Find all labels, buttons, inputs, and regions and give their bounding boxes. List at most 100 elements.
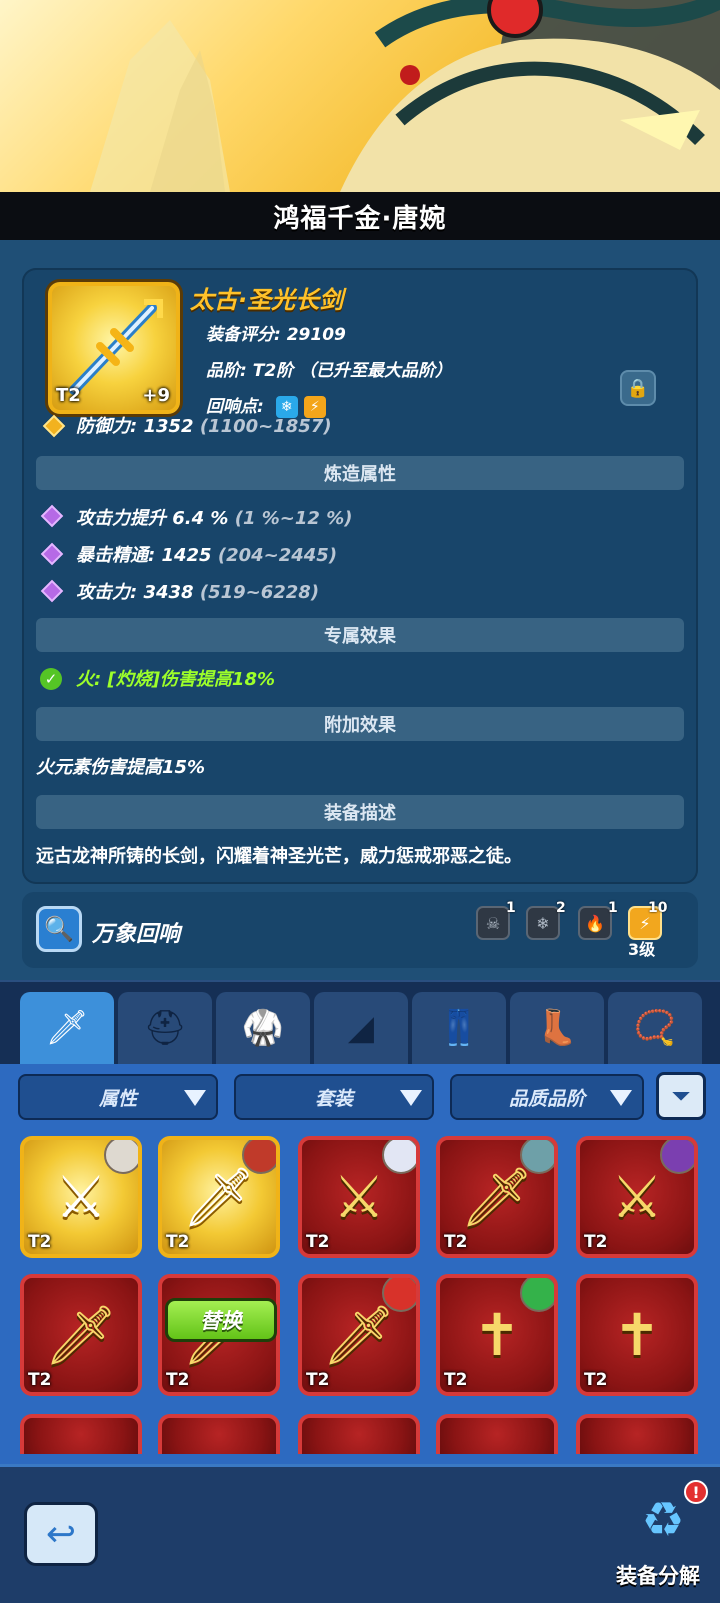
equipment-card[interactable]: ⚔ T2 [20, 1136, 142, 1258]
element-count: 1 [608, 900, 618, 916]
back-arrow-icon: ↩ [45, 1513, 77, 1555]
necklace-icon: 📿 [633, 1008, 677, 1048]
forge-stat-row: 攻击力: 3438 (519~6228) [76, 578, 319, 604]
tab-weapon[interactable]: 🗡 [20, 992, 114, 1064]
bottom-bar [0, 1464, 720, 1603]
search-icon: 🔍 [44, 915, 74, 943]
base-stat-label: 防御力: 1352 [76, 416, 194, 437]
dismantle-label: 装备分解 [616, 1564, 700, 1588]
quality-filter[interactable]: 品质品阶 [450, 1074, 644, 1120]
item-grade: 品阶: T2阶 （已升至最大品阶） [206, 361, 453, 381]
card-tier: T2 [444, 1370, 468, 1390]
attribute-filter[interactable]: 属性 [18, 1074, 218, 1120]
equipment-card[interactable]: ✝ T2 [436, 1274, 558, 1396]
echo-level: 3级 [628, 940, 656, 959]
bonus-effect: 火元素伤害提高15% [36, 757, 206, 778]
element-count: 2 [556, 900, 566, 916]
filter-clear-button[interactable]: ⏷ [656, 1072, 706, 1120]
set-filter-label: 套装 [314, 1087, 353, 1110]
forge-stat-label: 暴击精通: 1425 [76, 545, 212, 566]
set-emblem-icon [242, 1140, 276, 1174]
alert-badge: ! [684, 1480, 708, 1504]
section-bonus-title: 附加效果 [324, 715, 396, 736]
tab-boots[interactable]: 👢 [510, 992, 604, 1064]
base-stat-row: 防御力: 1352 (1100~1857) [76, 412, 332, 438]
forge-stat-range: (204~2445) [217, 545, 338, 566]
forge-stat-label: 攻击力提升 6.4 % [76, 508, 229, 529]
section-exclusive: 专属效果 [36, 618, 684, 652]
tab-bracer[interactable]: ◢ [314, 992, 408, 1064]
tab-helmet[interactable]: ⛑ [118, 992, 212, 1064]
card-tier: T2 [166, 1232, 190, 1252]
equipment-card[interactable] [298, 1414, 420, 1454]
card-tier: T2 [166, 1370, 190, 1390]
equipment-card[interactable]: 🗡 T2 [20, 1274, 142, 1396]
hero-name-bar: 鸿福千金·唐婉 [0, 192, 720, 240]
tab-armor[interactable]: 🥋 [216, 992, 310, 1064]
bracer-icon: ◢ [347, 1008, 375, 1048]
funnel-icon: ⏷ [671, 1082, 691, 1110]
recycle-icon: ♻ [641, 1492, 685, 1548]
equipment-card[interactable]: 🗡 T2 [436, 1136, 558, 1258]
item-tier-badge: T2 [56, 385, 81, 406]
set-filter[interactable]: 套装 [234, 1074, 434, 1120]
skull-icon: ☠ [476, 906, 510, 940]
dropdown-arrow-icon [184, 1090, 206, 1106]
equipment-card[interactable]: ⚔ T2 [298, 1136, 420, 1258]
equipment-card[interactable] [20, 1414, 142, 1454]
echo-label: 万象回响 [92, 922, 181, 947]
attribute-filter-label: 属性 [98, 1087, 137, 1110]
section-forge-title: 炼造属性 [324, 464, 396, 485]
set-emblem-icon [520, 1278, 554, 1312]
dropdown-arrow-icon [610, 1090, 632, 1106]
lock-button[interactable]: 🔒 [620, 370, 656, 406]
set-emblem-icon [520, 1140, 554, 1174]
element-count: 1 [506, 900, 516, 916]
section-description: 装备描述 [36, 795, 684, 829]
equipment-card[interactable]: ⚔ T2 [576, 1136, 698, 1258]
section-bonus: 附加效果 [36, 707, 684, 741]
base-stat-range: (1100~1857) [199, 416, 332, 437]
tab-necklace[interactable]: 📿 [608, 992, 702, 1064]
inventory-area [0, 1064, 720, 1464]
forge-stat-row: 攻击力提升 6.4 % (1 %~12 %) [76, 504, 352, 530]
card-tier: T2 [306, 1370, 330, 1390]
item-plus-level: +9 [142, 385, 170, 406]
equipment-card[interactable] [436, 1414, 558, 1454]
section-exclusive-title: 专属效果 [324, 626, 396, 647]
equipment-card-selected[interactable]: 🗡 T2 [158, 1136, 280, 1258]
card-tier: T2 [584, 1370, 608, 1390]
helmet-icon: ⛑ [143, 1008, 187, 1048]
check-icon: ✓ [40, 668, 62, 690]
tab-pants[interactable]: 👖 [412, 992, 506, 1064]
card-tier: T2 [306, 1232, 330, 1252]
set-emblem-icon [382, 1140, 416, 1174]
forge-stat-range: (1 %~12 %) [234, 508, 353, 529]
equipment-card[interactable] [158, 1414, 280, 1454]
item-score: 装备评分: 29109 [206, 325, 346, 345]
item-title: 太古·圣光长剑 [190, 286, 344, 314]
forge-stat-range: (519~6228) [199, 582, 320, 603]
set-emblem-icon [104, 1140, 138, 1174]
echo-search-button[interactable]: 🔍 [36, 906, 82, 952]
section-forge: 炼造属性 [36, 456, 684, 490]
card-tier: T2 [444, 1232, 468, 1252]
pants-icon: 👖 [437, 1008, 481, 1048]
replace-button[interactable]: 替换 [165, 1298, 277, 1342]
equipment-card[interactable] [576, 1414, 698, 1454]
equipment-card[interactable]: 🗡 T2 [298, 1274, 420, 1396]
equipment-card[interactable]: ✝ T2 [576, 1274, 698, 1396]
forge-stat-row: 暴击精通: 1425 (204~2445) [76, 541, 337, 567]
fire-icon: 🔥 [578, 906, 612, 940]
item-icon: T2 +9 [48, 282, 180, 414]
quality-filter-label: 品质品阶 [508, 1087, 585, 1110]
element-count: 10 [648, 900, 668, 916]
lock-icon: 🔒 [626, 377, 650, 399]
armor-icon: 🥋 [241, 1008, 285, 1048]
sword-icon: 🗡 [45, 1008, 89, 1048]
set-emblem-icon [382, 1278, 416, 1312]
hero-banner [0, 0, 720, 192]
card-tier: T2 [28, 1370, 52, 1390]
back-button[interactable]: ↩ [24, 1502, 98, 1566]
item-description: 远古龙神所铸的长剑，闪耀着神圣光芒，威力惩戒邪恶之徒。 [36, 846, 522, 867]
